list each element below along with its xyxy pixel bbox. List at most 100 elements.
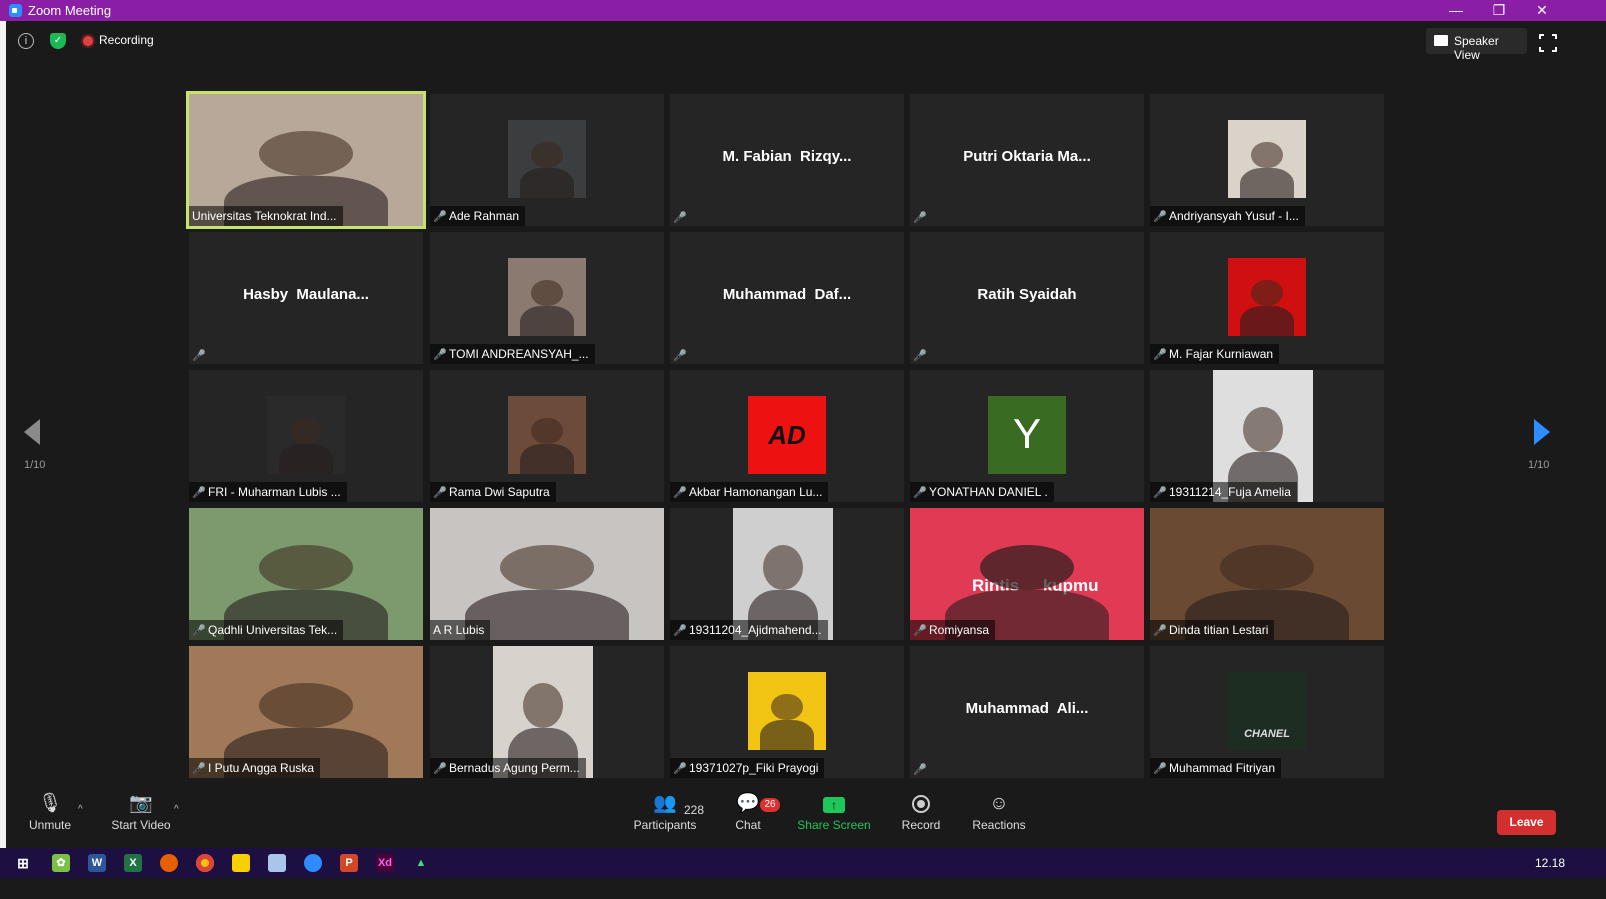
participant-tile[interactable]: M. Fabian Rizqy... 🎤 bbox=[670, 94, 904, 226]
participant-name: Akbar Hamonangan Lu... bbox=[689, 485, 823, 499]
minimize-button[interactable]: — bbox=[1434, 0, 1478, 21]
participant-tile[interactable]: Muhammad Daf... 🎤 bbox=[670, 232, 904, 364]
muted-mic-icon: 🎤 bbox=[673, 212, 687, 224]
participant-tile[interactable]: Putri Oktaria Ma... 🎤 bbox=[910, 94, 1144, 226]
muted-mic-icon: 🎤 bbox=[673, 625, 687, 637]
participant-name-label: 🎤 19311214_Fuja Amelia bbox=[1150, 482, 1297, 502]
participant-tile[interactable]: 🎤 I Putu Angga Ruska bbox=[189, 646, 423, 778]
muted-mic-icon: 🎤 bbox=[433, 763, 447, 775]
participant-tile[interactable]: Universitas Teknokrat Ind... bbox=[186, 91, 426, 229]
participant-tile[interactable]: 🎤 19311204_Ajidmahend... bbox=[670, 508, 904, 640]
participant-name-label: 🎤 Muhammad Fitriyan bbox=[1150, 758, 1282, 778]
participant-name: TOMI ANDREANSYAH_... bbox=[449, 347, 589, 361]
participant-tile[interactable]: 🎤 M. Fajar Kurniawan bbox=[1150, 232, 1384, 364]
participant-name: 19311214_Fuja Amelia bbox=[1169, 485, 1291, 499]
leave-button[interactable]: Leave bbox=[1497, 810, 1556, 835]
muted-mic-icon: 🎤 bbox=[1153, 349, 1167, 361]
chat-unread-badge: 26 bbox=[760, 798, 780, 812]
muted-mic-icon: 🎤 bbox=[1153, 211, 1167, 223]
participant-name: Romiyansa bbox=[929, 623, 990, 637]
participant-tile[interactable]: A R Lubis bbox=[430, 508, 664, 640]
meeting-area: i ✓ Recording Speaker View 1/10 1/10 Uni… bbox=[6, 21, 1606, 871]
participant-avatar bbox=[1228, 258, 1306, 336]
share-screen-label: Share Screen bbox=[797, 818, 871, 832]
fullscreen-icon[interactable] bbox=[1538, 33, 1558, 53]
participant-tile[interactable]: AD 🎤 Akbar Hamonangan Lu... bbox=[670, 370, 904, 502]
participant-tile[interactable]: Muhammad Ali... 🎤 bbox=[910, 646, 1144, 778]
firefox-icon[interactable] bbox=[160, 854, 178, 872]
participant-tile[interactable]: Rintis kupmu 🎤 Romiyansa bbox=[910, 508, 1144, 640]
participant-name-label: 🎤 Rama Dwi Saputra bbox=[430, 482, 556, 502]
chrome-icon[interactable] bbox=[196, 854, 214, 872]
participant-tile[interactable]: 🎤 Andriyansyah Yusuf - I... bbox=[1150, 94, 1384, 226]
share-screen-button[interactable]: ↑ Share Screen bbox=[796, 790, 872, 832]
participant-name: YONATHAN DANIEL . bbox=[929, 485, 1048, 499]
muted-mic-icon: 🎤 bbox=[913, 350, 927, 362]
participant-name: I Putu Angga Ruska bbox=[208, 761, 315, 775]
participant-name-label: 🎤 FRI - Muharman Lubis ... bbox=[189, 482, 347, 502]
participant-tile[interactable]: Hasby Maulana... 🎤 bbox=[189, 232, 423, 364]
participant-display-name: Ratih Syaidah bbox=[977, 286, 1077, 303]
muted-mic-icon: 🎤 bbox=[192, 763, 206, 775]
word-icon[interactable]: W bbox=[88, 854, 106, 872]
speaker-view-button[interactable]: Speaker View bbox=[1426, 28, 1527, 62]
participant-name: Bernadus Agung Perm... bbox=[449, 761, 580, 775]
participant-avatar bbox=[508, 396, 586, 474]
record-icon bbox=[912, 795, 930, 813]
start-video-button[interactable]: 📷 Start Video bbox=[110, 790, 172, 832]
unmute-button[interactable]: 🎙 Unmute bbox=[26, 790, 74, 832]
participant-tile[interactable]: CHANEL 🎤 Muhammad Fitriyan bbox=[1150, 646, 1384, 778]
start-video-label: Start Video bbox=[111, 818, 171, 832]
muted-mic-icon: 🎤 bbox=[433, 211, 447, 223]
page-indicator-left: 1/10 bbox=[24, 459, 46, 471]
notepad-icon[interactable] bbox=[268, 854, 286, 872]
participant-display-name: Muhammad Ali... bbox=[965, 700, 1089, 717]
participant-name-label: 🎤 Andriyansyah Yusuf - I... bbox=[1150, 206, 1305, 226]
participant-tile[interactable]: 🎤 Dinda titian Lestari bbox=[1150, 508, 1384, 640]
xd-icon[interactable]: Xd bbox=[376, 854, 394, 872]
participant-name: FRI - Muharman Lubis ... bbox=[208, 485, 341, 499]
participant-name: M. Fajar Kurniawan bbox=[1169, 347, 1274, 361]
close-button[interactable]: ✕ bbox=[1520, 0, 1564, 21]
participant-tile[interactable]: 🎤 19311214_Fuja Amelia bbox=[1150, 370, 1384, 502]
participant-tile[interactable]: 🎤 Qadhli Universitas Tek... bbox=[189, 508, 423, 640]
page-indicator-right: 1/10 bbox=[1528, 459, 1550, 471]
participant-display-name: Muhammad Daf... bbox=[722, 286, 852, 303]
participant-name: Rama Dwi Saputra bbox=[449, 485, 550, 499]
muted-mic-icon: 🎤 bbox=[673, 487, 687, 499]
clover-app-icon[interactable]: ✿ bbox=[52, 854, 70, 872]
reactions-button[interactable]: ☺ Reactions bbox=[972, 790, 1026, 832]
participant-tile[interactable]: Y 🎤 YONATHAN DANIEL . bbox=[910, 370, 1144, 502]
participant-tile[interactable]: Ratih Syaidah 🎤 bbox=[910, 232, 1144, 364]
participant-tile[interactable]: 🎤 Rama Dwi Saputra bbox=[430, 370, 664, 502]
security-shield-icon[interactable]: ✓ bbox=[50, 33, 66, 49]
video-options-caret-icon[interactable]: ^ bbox=[174, 804, 179, 815]
android-studio-icon[interactable]: ▲ bbox=[412, 854, 430, 872]
unmute-label: Unmute bbox=[28, 818, 72, 832]
chat-button[interactable]: 💬 Chat bbox=[728, 790, 768, 832]
participant-tile[interactable]: 🎤 Ade Rahman bbox=[430, 94, 664, 226]
grid-view-icon bbox=[1434, 35, 1448, 46]
participant-tile[interactable]: 🎤 19371027p_Fiki Prayogi bbox=[670, 646, 904, 778]
previous-page-arrow-icon[interactable] bbox=[24, 419, 40, 445]
participant-name: A R Lubis bbox=[433, 623, 485, 637]
record-button[interactable]: Record bbox=[899, 790, 943, 832]
participant-tile[interactable]: 🎤 FRI - Muharman Lubis ... bbox=[189, 370, 423, 502]
excel-icon[interactable]: X bbox=[124, 854, 142, 872]
participant-name-label: 🎤 YONATHAN DANIEL . bbox=[910, 482, 1054, 502]
zoom-icon[interactable] bbox=[304, 854, 322, 872]
start-icon[interactable]: ⊞ bbox=[14, 854, 32, 872]
muted-mic-icon: 🎤 bbox=[433, 349, 447, 361]
participant-tile[interactable]: 🎤 TOMI ANDREANSYAH_... bbox=[430, 232, 664, 364]
record-label: Record bbox=[901, 818, 941, 832]
restore-button[interactable]: ❐ bbox=[1477, 0, 1521, 21]
participant-name-label: 🎤 19311204_Ajidmahend... bbox=[670, 620, 828, 640]
participant-name: Dinda titian Lestari bbox=[1169, 623, 1269, 637]
sticky-notes-icon[interactable] bbox=[232, 854, 250, 872]
info-icon[interactable]: i bbox=[18, 33, 34, 49]
powerpoint-icon[interactable]: P bbox=[340, 854, 358, 872]
participant-tile[interactable]: 🎤 Bernadus Agung Perm... bbox=[430, 646, 664, 778]
audio-options-caret-icon[interactable]: ^ bbox=[78, 804, 83, 815]
next-page-arrow-icon[interactable] bbox=[1534, 419, 1550, 445]
participant-name-label: 🎤 Akbar Hamonangan Lu... bbox=[670, 482, 829, 502]
